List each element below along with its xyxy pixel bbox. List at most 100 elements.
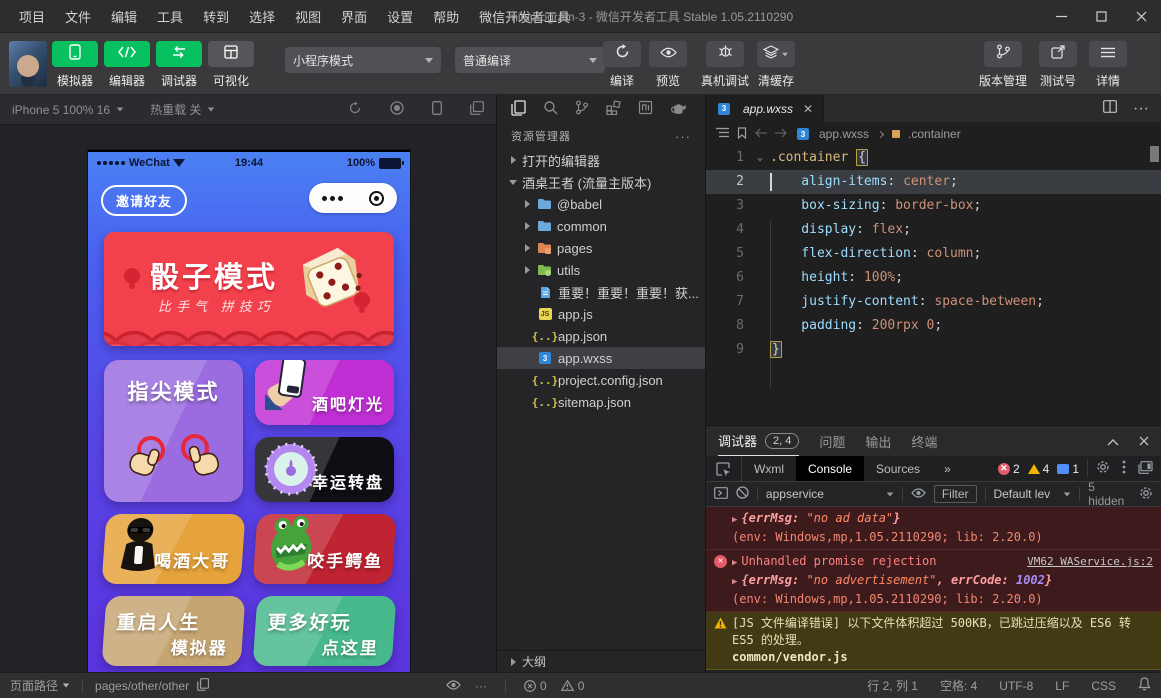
tile-more-games[interactable]: 更多好玩 点这里 [253, 596, 397, 666]
console-settings-icon[interactable] [1139, 486, 1153, 503]
file-app-wxss[interactable]: 3app.wxss [497, 347, 705, 369]
invite-friends-button[interactable]: 邀请好友 [101, 185, 187, 216]
menu-edit[interactable]: 编辑 [102, 4, 146, 29]
outline-list-icon[interactable] [716, 127, 729, 141]
minimize-icon[interactable] [1041, 0, 1081, 33]
menu-view[interactable]: 视图 [286, 4, 330, 29]
page-path-value[interactable]: pages/other/other [95, 679, 189, 693]
split-editor-icon[interactable] [1103, 100, 1117, 118]
file-readme[interactable]: 重要！重要！重要！获... [497, 281, 705, 303]
cursor-position[interactable]: 行 2, 列 1 [867, 677, 918, 694]
npm-box-icon[interactable] [638, 100, 653, 118]
hidden-messages-label[interactable]: 5 hidden [1088, 480, 1131, 508]
multi-window-icon[interactable] [470, 101, 484, 118]
tab-problems[interactable]: 问题 [819, 432, 845, 451]
inspect-element-icon[interactable] [706, 456, 742, 481]
close-panel-icon[interactable] [1139, 434, 1149, 449]
tab-app-wxss[interactable]: 3 app.wxss ✕ [706, 95, 824, 122]
outline-section[interactable]: 大纲 [497, 650, 705, 672]
tab-terminal[interactable]: 终端 [911, 432, 937, 451]
close-target-icon[interactable] [369, 191, 384, 206]
console-error-message[interactable]: ✕ ▶Unhandled promise rejectionVM62 WASer… [706, 550, 1161, 612]
log-level-select[interactable]: Default lev [993, 487, 1071, 501]
visualization-toggle-button[interactable]: 可视化 [206, 41, 256, 89]
console-warning-message[interactable]: [JS 文件编译错误] 以下文件体积超过 500KB，已跳过压缩以及 ES6 转… [706, 612, 1161, 670]
error-count[interactable]: ✕2 [998, 462, 1020, 476]
console-drawer-icon[interactable] [714, 487, 728, 502]
tile-drink-bro[interactable]: 喝酒大哥 [102, 514, 246, 584]
menu-file[interactable]: 文件 [56, 4, 100, 29]
tab-debugger[interactable]: 调试器 2, 4 [718, 426, 799, 456]
breadcrumb-symbol[interactable]: .container [908, 127, 961, 141]
eol-setting[interactable]: LF [1055, 679, 1069, 693]
editor-toggle-button[interactable]: 编辑器 [102, 41, 152, 89]
indentation-setting[interactable]: 空格: 4 [940, 677, 977, 694]
kebab-menu-icon[interactable] [1122, 460, 1126, 477]
status-error-count[interactable]: 0 [524, 679, 547, 693]
miniprogram-capsule[interactable] [309, 183, 397, 213]
device-select[interactable]: iPhone 5 100% 16 [12, 103, 124, 117]
language-mode[interactable]: CSS [1091, 679, 1116, 693]
hot-reload-select[interactable]: 热重载 关 [150, 101, 215, 118]
extensions-icon[interactable] [606, 100, 621, 118]
folder-utils[interactable]: utils [497, 259, 705, 281]
tile-crocodile[interactable]: 咬手鳄鱼 [253, 514, 397, 584]
teapot-icon[interactable] [670, 101, 687, 118]
file-app-json[interactable]: {..}app.json [497, 325, 705, 347]
device-frame-icon[interactable] [432, 101, 442, 118]
folder-pages[interactable]: pages [497, 237, 705, 259]
warning-count[interactable]: 4 [1028, 462, 1050, 476]
preview-button[interactable]: 预览 [640, 41, 696, 89]
live-expression-eye-icon[interactable] [911, 487, 926, 501]
menu-select[interactable]: 选择 [240, 4, 284, 29]
maximize-icon[interactable] [1081, 0, 1121, 33]
tab-close-icon[interactable]: ✕ [803, 102, 813, 116]
version-manage-button[interactable]: 版本管理 [972, 41, 1034, 89]
status-warning-count[interactable]: 0 [561, 679, 585, 693]
tile-restart-life[interactable]: 重启人生 模拟器 [102, 596, 246, 666]
context-select[interactable]: appservice [766, 487, 894, 501]
dock-side-icon[interactable] [1138, 461, 1153, 477]
tile-lucky-wheel[interactable]: 幸运转盘 [255, 437, 394, 502]
tile-finger-mode[interactable]: 指尖模式 [104, 360, 243, 502]
project-root-section[interactable]: 酒桌王者 (流量主版本) [497, 171, 705, 193]
tile-bar-light[interactable]: 酒吧灯光 [255, 360, 394, 425]
menu-help[interactable]: 帮助 [424, 4, 468, 29]
close-icon[interactable] [1121, 0, 1161, 33]
nav-forward-icon[interactable] [775, 127, 787, 141]
menu-interface[interactable]: 界面 [332, 4, 376, 29]
clear-console-icon[interactable] [736, 486, 749, 502]
expand-triangle-icon[interactable]: ▶ [732, 577, 737, 587]
menu-tools[interactable]: 工具 [148, 4, 192, 29]
dice-mode-banner[interactable]: 骰子模式 比手气 拼技巧 [104, 232, 394, 346]
more-dots-icon[interactable] [322, 196, 343, 201]
debugger-toggle-button[interactable]: 调试器 [154, 41, 204, 89]
collapse-panel-icon[interactable] [1107, 434, 1119, 449]
source-link[interactable]: VM62 WAService.js:2 [1027, 553, 1153, 570]
details-button[interactable]: 详情 [1080, 41, 1136, 89]
expand-triangle-icon[interactable]: ▶ [732, 558, 737, 568]
mode-select[interactable]: 小程序模式 [285, 47, 441, 73]
rotate-icon[interactable] [348, 101, 362, 118]
copy-icon[interactable] [197, 678, 209, 694]
more-actions-icon[interactable]: ··· [475, 679, 487, 693]
folder-babel[interactable]: @babel [497, 193, 705, 215]
tab-output[interactable]: 输出 [865, 432, 891, 451]
notifications-bell-icon[interactable] [1138, 677, 1151, 694]
more-tabs-icon[interactable]: » [932, 456, 963, 481]
code-editor[interactable]: 1⌄.container { 2 align-items: center;3 b… [706, 146, 1161, 469]
console-error-message[interactable]: ▶{errMsg: "no ad data"} (env: Windows,mp… [706, 507, 1161, 550]
devtools-tab-sources[interactable]: Sources [864, 456, 932, 481]
files-icon[interactable] [511, 100, 526, 119]
page-path-select[interactable]: 页面路径 [10, 677, 70, 694]
expand-triangle-icon[interactable]: ▶ [732, 515, 737, 525]
menu-settings[interactable]: 设置 [378, 4, 422, 29]
folder-common[interactable]: common [497, 215, 705, 237]
user-avatar[interactable] [9, 41, 47, 87]
file-project-config[interactable]: {..}project.config.json [497, 369, 705, 391]
encoding-setting[interactable]: UTF-8 [999, 679, 1033, 693]
source-control-icon[interactable] [575, 100, 589, 118]
devtools-tab-wxml[interactable]: Wxml [742, 456, 796, 481]
open-editors-section[interactable]: 打开的编辑器 [497, 149, 705, 171]
breadcrumb-file[interactable]: app.wxss [819, 127, 869, 141]
